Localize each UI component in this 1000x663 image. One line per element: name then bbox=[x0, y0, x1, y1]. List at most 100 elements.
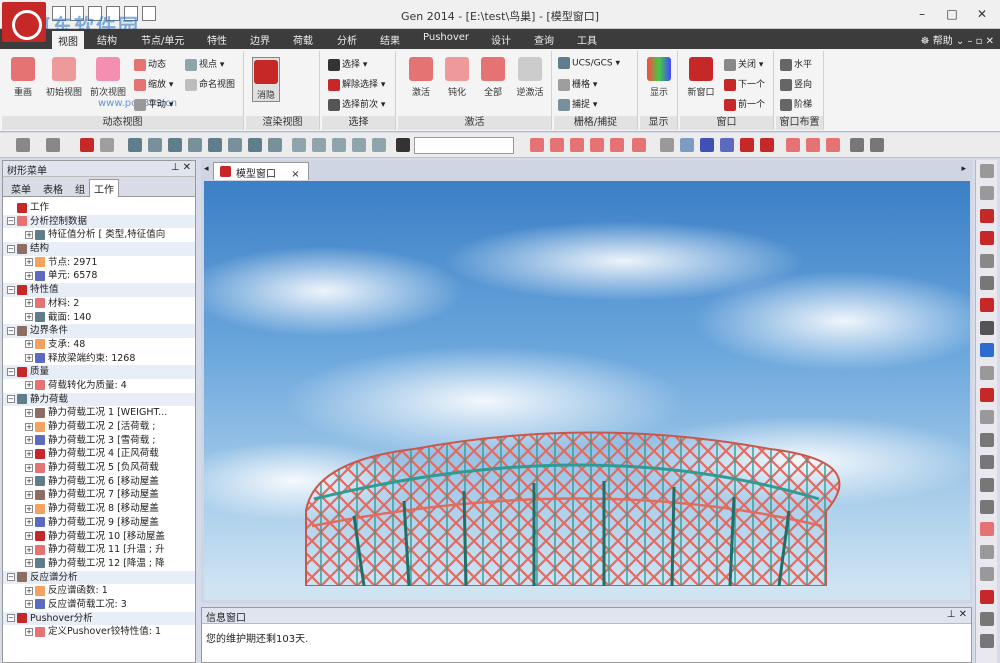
expand-toggle-icon[interactable]: + bbox=[25, 271, 33, 280]
hidden-button[interactable]: 消隐 bbox=[252, 57, 280, 102]
tool-icon[interactable] bbox=[248, 138, 262, 152]
pointer-icon[interactable] bbox=[396, 138, 410, 152]
close-button[interactable]: ✕ bbox=[972, 6, 992, 22]
tree-item[interactable]: +工作 bbox=[3, 201, 195, 215]
ucs-button[interactable]: UCS/GCS ▾ bbox=[558, 57, 620, 69]
deselect-button[interactable]: 解除选择 ▾ bbox=[328, 77, 385, 91]
expand-toggle-icon[interactable]: + bbox=[25, 463, 33, 472]
selection-combo[interactable] bbox=[414, 137, 514, 154]
side-tool-icon[interactable] bbox=[980, 276, 994, 290]
tree-item[interactable]: + 静力荷载工况 4 [正风荷载 bbox=[3, 447, 195, 461]
tool-icon[interactable] bbox=[128, 138, 142, 152]
tool-icon[interactable] bbox=[660, 138, 674, 152]
tree-category[interactable]: − 边界条件 bbox=[3, 324, 195, 338]
tree-item[interactable]: + 定义Pushover铰特性值: 1 bbox=[3, 625, 195, 639]
expand-toggle-icon[interactable]: + bbox=[25, 436, 33, 445]
expand-toggle-icon[interactable]: + bbox=[25, 313, 33, 321]
expand-toggle-icon[interactable]: + bbox=[25, 422, 33, 431]
maximize-button[interactable]: □ bbox=[942, 6, 962, 22]
lock-icon[interactable] bbox=[850, 138, 864, 152]
side-tool-icon[interactable] bbox=[980, 186, 994, 201]
expand-toggle-icon[interactable]: − bbox=[7, 573, 15, 582]
tree-item[interactable]: + 材料: 2 bbox=[3, 297, 195, 311]
next-window-button[interactable]: 下一个 bbox=[724, 77, 765, 91]
tool-icon[interactable] bbox=[168, 138, 182, 152]
initial-view-button[interactable]: 初始视图 bbox=[44, 57, 84, 98]
tree-category[interactable]: − 反应谱分析 bbox=[3, 570, 195, 585]
side-tool-icon[interactable] bbox=[980, 634, 994, 649]
expand-toggle-icon[interactable]: − bbox=[7, 285, 15, 294]
side-tool-icon[interactable] bbox=[980, 477, 994, 492]
expand-toggle-icon[interactable]: + bbox=[25, 504, 33, 513]
scroll-left-icon[interactable]: ◂ bbox=[204, 164, 209, 174]
inactivate-button[interactable]: 钝化 bbox=[442, 57, 472, 98]
tool-icon[interactable] bbox=[332, 138, 346, 152]
expand-toggle-icon[interactable]: − bbox=[7, 244, 15, 253]
tab-work[interactable]: 工作 bbox=[89, 179, 119, 197]
side-tool-icon[interactable] bbox=[980, 320, 994, 335]
tree-item[interactable]: + 静力荷载工况 3 [雪荷载 ; bbox=[3, 434, 195, 448]
tool-icon[interactable] bbox=[208, 138, 222, 152]
tab-query[interactable]: 查询 bbox=[534, 32, 554, 47]
tool-icon[interactable] bbox=[312, 138, 326, 152]
app-logo-icon[interactable] bbox=[2, 2, 46, 42]
side-tool-icon[interactable] bbox=[980, 343, 994, 358]
tool-icon[interactable] bbox=[352, 138, 366, 152]
model-window-tab[interactable]: 模型窗口 × bbox=[213, 162, 309, 180]
expand-toggle-icon[interactable]: + bbox=[25, 627, 33, 636]
tree-item[interactable]: + 静力荷载工况 9 [移动屋盖 bbox=[3, 516, 195, 530]
tree-item[interactable]: + 静力荷载工况 5 [负风荷载 bbox=[3, 461, 195, 475]
model-canvas[interactable] bbox=[204, 181, 970, 600]
redo-icon[interactable] bbox=[46, 138, 60, 152]
expand-toggle-icon[interactable]: + bbox=[25, 230, 33, 239]
snap-button[interactable]: 捕捉 ▾ bbox=[558, 97, 597, 111]
tool-icon[interactable] bbox=[550, 138, 564, 152]
pan-button[interactable]: 平动 ▾ bbox=[134, 97, 173, 111]
expand-toggle-icon[interactable]: + bbox=[25, 545, 33, 554]
expand-toggle-icon[interactable]: − bbox=[7, 614, 15, 623]
side-tool-icon[interactable] bbox=[980, 298, 994, 313]
tree-item[interactable]: + 静力荷载工况 12 [降温 ; 降 bbox=[3, 557, 195, 571]
tool-icon[interactable] bbox=[720, 138, 734, 152]
tree-item[interactable]: + 特征值分析 [ 类型,特征值向 bbox=[3, 228, 195, 242]
side-tool-icon[interactable] bbox=[980, 589, 994, 604]
tab-pushover[interactable]: Pushover bbox=[423, 32, 469, 43]
tool-icon[interactable] bbox=[590, 138, 604, 152]
side-tool-icon[interactable] bbox=[980, 522, 994, 537]
tool-icon[interactable] bbox=[148, 138, 162, 152]
tree-item[interactable]: + 静力荷载工况 2 [活荷载 ; bbox=[3, 420, 195, 434]
tool-icon[interactable] bbox=[740, 138, 754, 152]
expand-toggle-icon[interactable]: + bbox=[25, 381, 33, 390]
tool-icon[interactable] bbox=[826, 138, 840, 152]
close-tab-icon[interactable]: × bbox=[291, 169, 299, 180]
element-icon[interactable] bbox=[100, 138, 114, 152]
expand-toggle-icon[interactable]: + bbox=[25, 600, 33, 609]
tool-icon[interactable] bbox=[372, 138, 386, 152]
tool-icon[interactable] bbox=[570, 138, 584, 152]
tree-item[interactable]: + 反应谱荷载工况: 3 bbox=[3, 598, 195, 612]
tab-structure[interactable]: 结构 bbox=[97, 32, 117, 47]
grid-button[interactable]: 栅格 ▾ bbox=[558, 77, 597, 91]
expand-toggle-icon[interactable]: + bbox=[25, 299, 33, 308]
tool-icon[interactable] bbox=[530, 138, 544, 152]
expand-toggle-icon[interactable]: + bbox=[25, 490, 33, 499]
side-tool-icon[interactable] bbox=[980, 231, 994, 246]
tree-item[interactable]: + 截面: 140 bbox=[3, 311, 195, 325]
expand-toggle-icon[interactable]: + bbox=[25, 559, 33, 568]
all-button[interactable]: 全部 bbox=[478, 57, 508, 98]
tab-tools[interactable]: 工具 bbox=[577, 32, 597, 47]
tool-icon[interactable] bbox=[268, 138, 282, 152]
tree-category[interactable]: − 分析控制数据 bbox=[3, 214, 195, 229]
prev-window-button[interactable]: 前一个 bbox=[724, 97, 765, 111]
tool-icon[interactable] bbox=[228, 138, 242, 152]
tool-icon[interactable] bbox=[680, 138, 694, 152]
tree-category[interactable]: − 质量 bbox=[3, 365, 195, 379]
tool-icon[interactable] bbox=[188, 138, 202, 152]
new-window-button[interactable]: 新窗口 bbox=[683, 57, 719, 98]
expand-toggle-icon[interactable]: − bbox=[7, 395, 15, 404]
tree-item[interactable]: + 静力荷载工况 1 [WEIGHT... bbox=[3, 406, 195, 420]
tree-category[interactable]: − Pushover分析 bbox=[3, 611, 195, 626]
tab-menu[interactable]: 菜单 bbox=[7, 180, 35, 197]
pin-close-icon[interactable]: ⊥ ✕ bbox=[171, 162, 191, 173]
expand-toggle-icon[interactable]: + bbox=[25, 354, 33, 363]
